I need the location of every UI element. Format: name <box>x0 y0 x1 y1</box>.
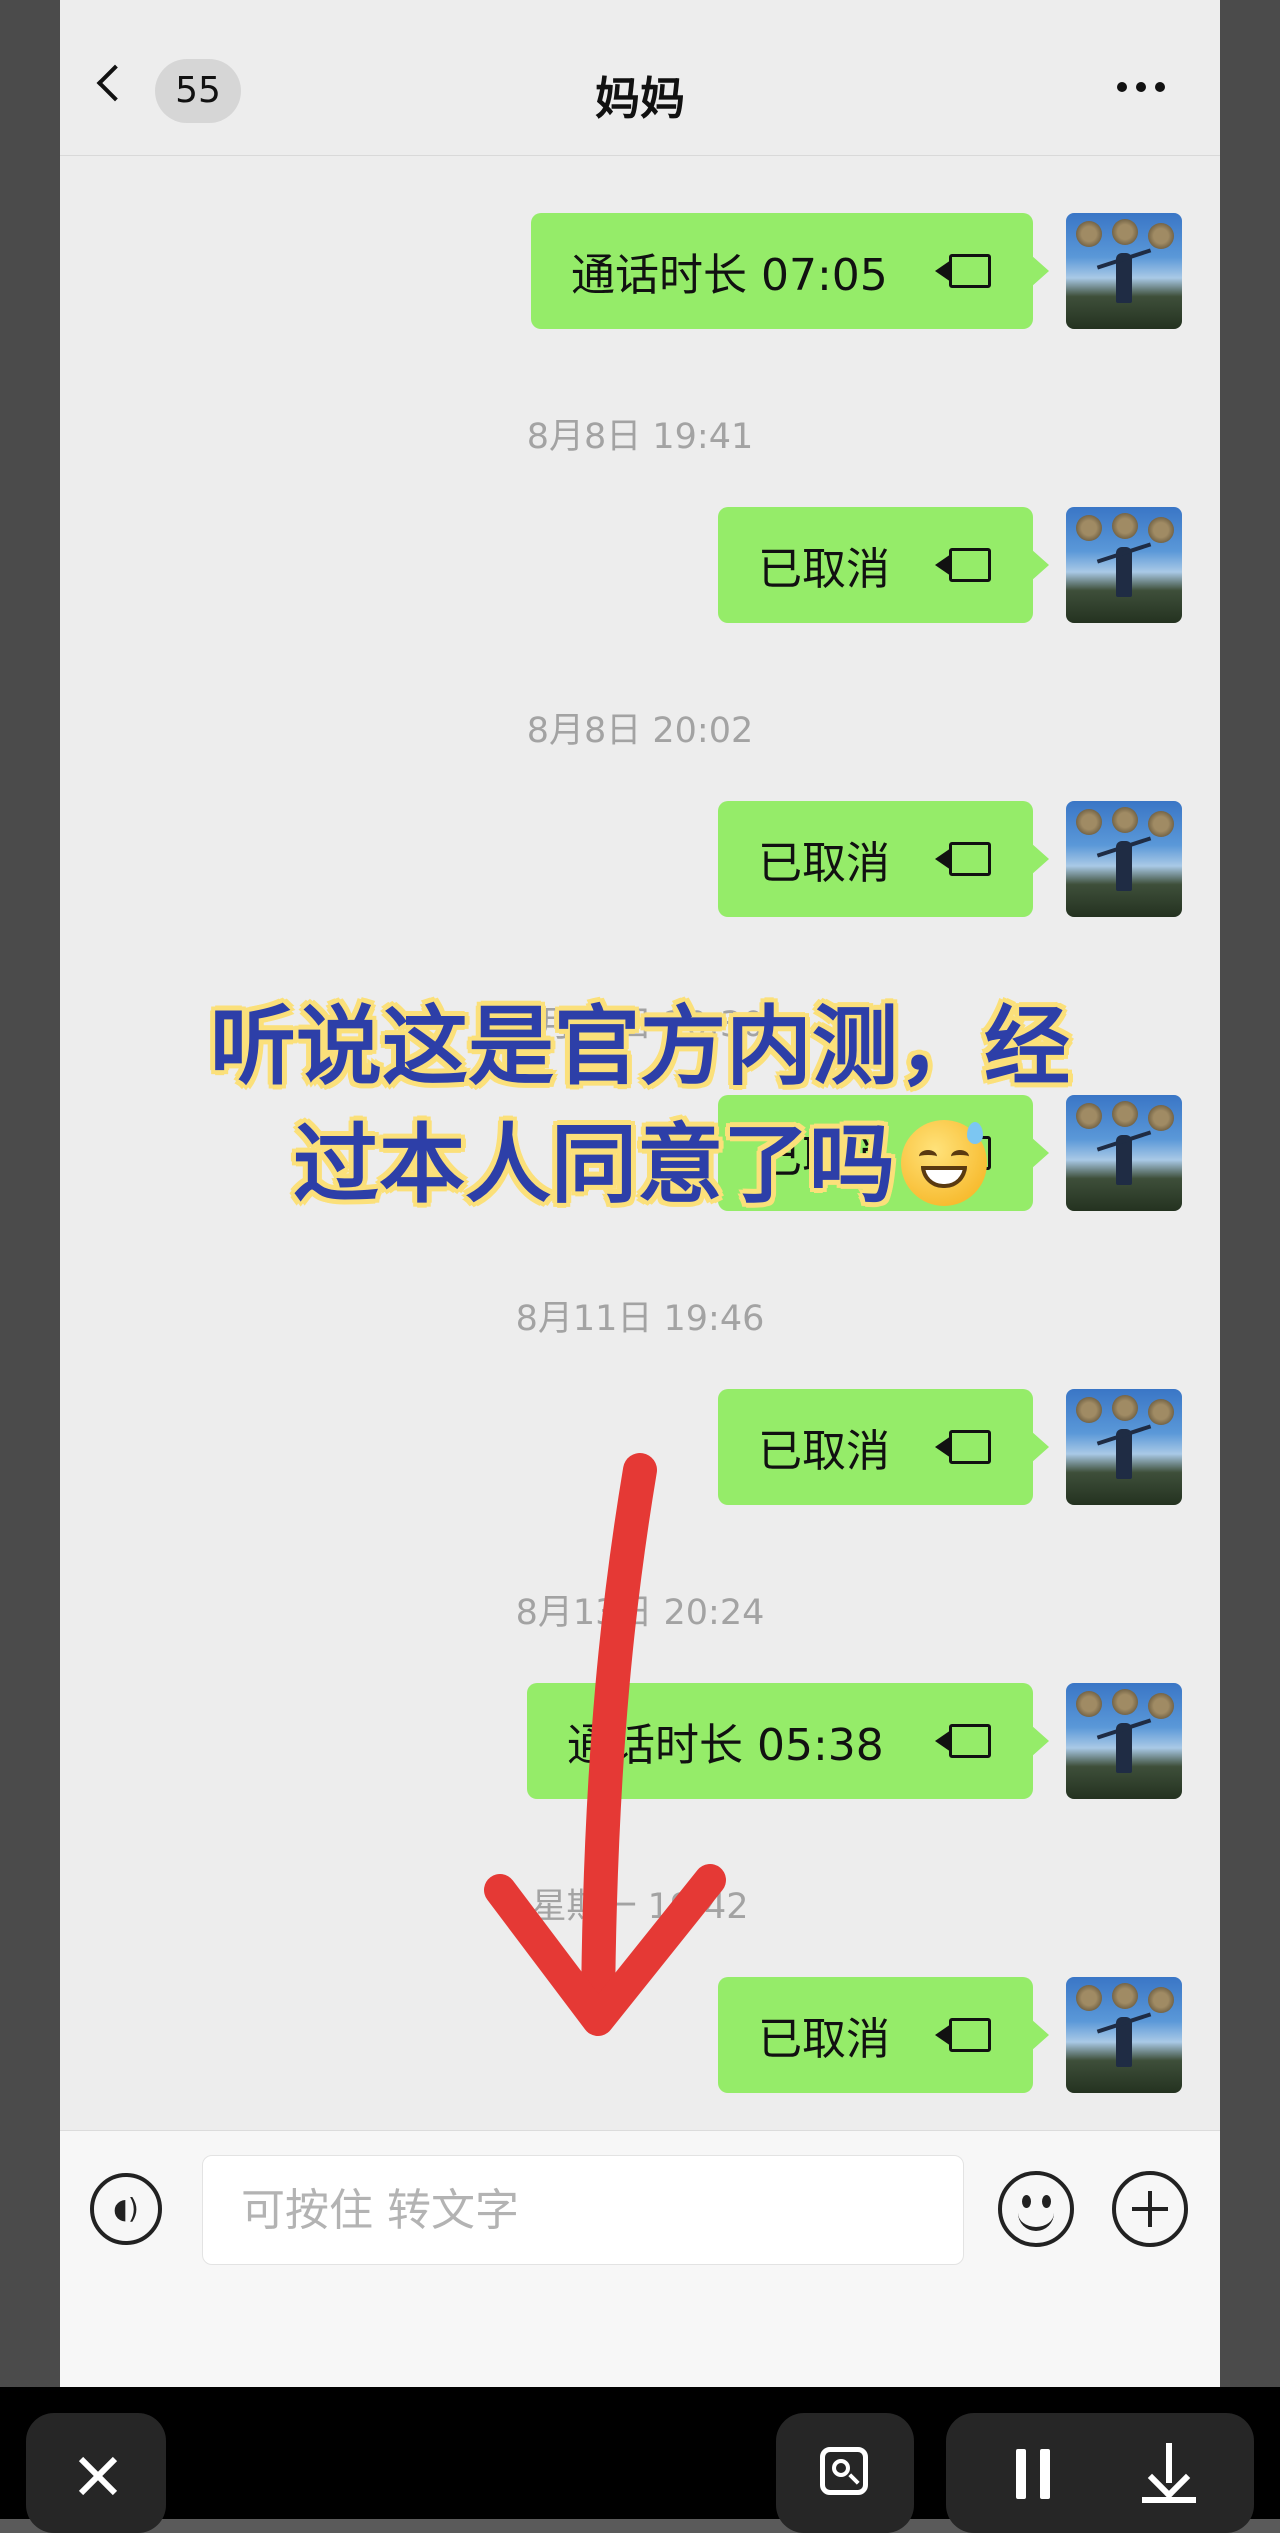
voice-input-button[interactable]: ◖) <box>90 2173 162 2245</box>
message-bubble[interactable]: 已取消 <box>718 507 1049 623</box>
message-bubble[interactable]: 已取消 <box>718 801 1049 917</box>
message-bubble[interactable]: 通话时长 07:05 <box>531 213 1049 329</box>
avatar[interactable] <box>1066 1683 1182 1799</box>
sound-wave-icon: ◖) <box>113 2192 139 2225</box>
caption-line: 听说这是官方内测，经 <box>210 997 1070 1097</box>
avatar[interactable] <box>1066 1389 1182 1505</box>
avatar[interactable] <box>1066 507 1182 623</box>
caption-line-text: 过本人同意了吗 <box>293 1115 895 1215</box>
video-call-icon <box>933 2018 993 2052</box>
video-call-icon <box>933 254 993 288</box>
background-right-edge <box>1220 0 1280 2387</box>
pause-button[interactable] <box>1016 2449 1052 2499</box>
red-arrow-annotation <box>484 1453 726 2036</box>
message-text: 已取消 <box>758 1426 890 1477</box>
avatar[interactable] <box>1066 213 1182 329</box>
chat-header: 55 妈妈 <box>60 0 1220 156</box>
emoji-smile-icon <box>1022 2195 1031 2208</box>
avatar[interactable] <box>1066 801 1182 917</box>
chat-input-bar: ◖) 可按住 转文字 <box>60 2130 1220 2387</box>
caption-line-2: 过本人同意了吗 <box>110 1106 1170 1224</box>
more-functions-button[interactable] <box>1112 2171 1188 2247</box>
more-dot-icon <box>1117 82 1127 92</box>
message-text: 已取消 <box>758 2014 890 2065</box>
emoji-button[interactable] <box>998 2171 1074 2247</box>
close-button[interactable] <box>26 2413 166 2533</box>
timestamp: 8月8日 20:02 <box>526 711 754 751</box>
chat-title: 妈妈 <box>594 72 685 125</box>
download-button[interactable] <box>1142 2443 1196 2503</box>
more-dot-icon <box>1155 82 1165 92</box>
message-text: 已取消 <box>758 544 890 595</box>
timestamp: 8月8日 19:41 <box>526 417 754 457</box>
video-call-icon <box>933 548 993 582</box>
sweat-smile-emoji-icon <box>901 1120 987 1206</box>
media-controls <box>946 2413 1254 2533</box>
video-call-icon <box>933 1724 993 1758</box>
more-options-button[interactable] <box>1117 82 1165 92</box>
message-text: 已取消 <box>758 838 890 889</box>
video-call-icon <box>933 842 993 876</box>
media-viewer-toolbar <box>0 2387 1280 2533</box>
visual-search-button[interactable] <box>776 2413 914 2533</box>
overlay-caption: 听说这是官方内测，经 过本人同意了吗 <box>110 988 1170 1224</box>
background-left-edge <box>0 0 60 2387</box>
message-text: 通话时长 07:05 <box>571 250 888 301</box>
video-call-icon <box>933 1430 993 1464</box>
message-bubble[interactable]: 已取消 <box>718 1977 1049 2093</box>
message-bubble[interactable]: 已取消 <box>718 1389 1049 1505</box>
avatar[interactable] <box>1066 1977 1182 2093</box>
more-dot-icon <box>1136 82 1146 92</box>
timestamp: 8月11日 19:46 <box>515 1299 765 1339</box>
message-input[interactable]: 可按住 转文字 <box>202 2155 964 2265</box>
